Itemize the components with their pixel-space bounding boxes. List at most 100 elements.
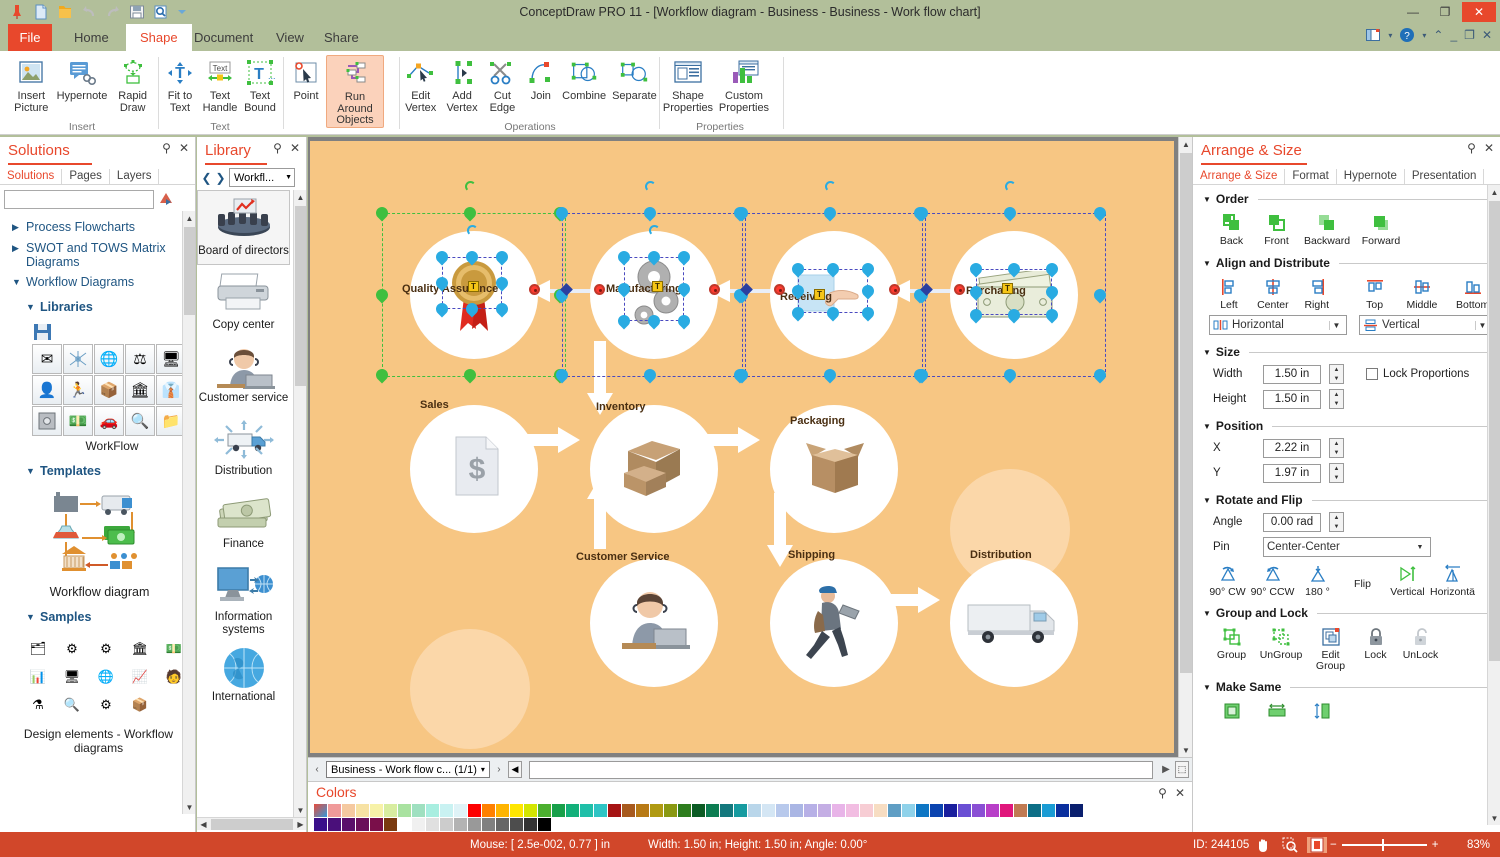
color-swatch-r1-16[interactable]	[552, 804, 565, 817]
chevron-down-icon-dh[interactable]: ▼	[1329, 320, 1343, 330]
width-field[interactable]: 1.50 in	[1263, 364, 1321, 384]
angle-field[interactable]: 0.00 rad	[1263, 512, 1321, 532]
separate-button[interactable]: Separate	[609, 55, 660, 103]
color-swatch-r2-5[interactable]	[384, 818, 397, 831]
color-swatch-r1-24[interactable]	[664, 804, 677, 817]
arrange-close-icon[interactable]: ✕	[1484, 141, 1494, 155]
courier-icon[interactable]: 🏃	[63, 375, 93, 405]
color-swatch-r1-11[interactable]	[482, 804, 495, 817]
tab-file[interactable]: File	[8, 24, 52, 51]
send-backward-button[interactable]: Backward	[1299, 212, 1355, 247]
color-swatch-r1-37[interactable]	[846, 804, 859, 817]
zoom-out-button[interactable]: −	[1330, 839, 1337, 851]
node-customer-service[interactable]: Customer Service	[576, 551, 718, 687]
hypernote-button[interactable]: Hypernote	[57, 55, 107, 103]
distribute-horizontal-combo[interactable]: Horizontal ▼	[1209, 315, 1347, 335]
color-swatch-r1-26[interactable]	[692, 804, 705, 817]
ribbon-restore-icon[interactable]: ❐	[1462, 28, 1477, 42]
x-field[interactable]: 2.22 in	[1263, 438, 1321, 458]
next-arrow-icon[interactable]: ❯	[215, 171, 226, 185]
node-shipping[interactable]: Shipping	[770, 549, 898, 687]
ribbon-minimize-icon[interactable]: _	[1448, 28, 1459, 42]
tab-hypernote[interactable]: Hypernote	[1337, 169, 1405, 184]
tab-layers[interactable]: Layers	[110, 169, 160, 184]
sidebar-item-workflow-diagrams[interactable]: ▼ Workflow Diagrams	[4, 272, 195, 293]
sample-thumb-9[interactable]: 📈	[124, 664, 156, 690]
color-swatch-r1-51[interactable]	[1042, 804, 1055, 817]
color-swatch-r1-53[interactable]	[1070, 804, 1083, 817]
color-swatch-r1-18[interactable]	[580, 804, 593, 817]
rotate-cw-button[interactable]: 90° CW	[1205, 563, 1250, 598]
height-stepper[interactable]: ▲ ▼	[1329, 389, 1344, 409]
scroll-right-icon[interactable]: ▶	[1160, 764, 1172, 775]
group-button[interactable]: Group	[1209, 626, 1254, 672]
color-swatch-r1-6[interactable]	[412, 804, 425, 817]
library-item-information-systems[interactable]: Information systems	[197, 557, 290, 643]
color-swatch-r1-25[interactable]	[678, 804, 691, 817]
color-swatch-r1-35[interactable]	[818, 804, 831, 817]
sidebar-item-process-flowcharts[interactable]: ▶ Process Flowcharts	[4, 217, 195, 238]
library-selector[interactable]: Workfl... ▼	[229, 168, 295, 187]
height-field[interactable]: 1.50 in	[1263, 389, 1321, 409]
color-swatch-r1-31[interactable]	[762, 804, 775, 817]
ribbon-close-icon[interactable]: ✕	[1480, 28, 1494, 42]
same-size-button[interactable]	[1209, 700, 1254, 724]
color-swatch-r1-4[interactable]	[384, 804, 397, 817]
connection-point-5[interactable]	[889, 284, 900, 295]
lock-proportions-checkbox[interactable]	[1366, 368, 1378, 380]
library-horizontal-scrollbar[interactable]: ◀ ▶	[197, 817, 306, 830]
chevron-down-icon-4[interactable]: ▼	[26, 610, 35, 625]
color-swatch-r2-8[interactable]	[426, 818, 439, 831]
tab-share[interactable]: Share	[310, 24, 373, 51]
chevron-down-icon-pin[interactable]: ▼	[1413, 544, 1427, 551]
scroll-up-icon[interactable]: ▲	[183, 211, 195, 225]
chevron-right-icon-2[interactable]: ▶	[12, 241, 21, 256]
tab-solutions[interactable]: Solutions	[0, 169, 63, 184]
color-swatch-r1-9[interactable]	[454, 804, 467, 817]
color-swatch-r2-15[interactable]	[524, 818, 537, 831]
rotate-180-button[interactable]: 180 °	[1295, 563, 1340, 598]
color-swatch-r1-0[interactable]	[328, 804, 341, 817]
lib-scroll-thumb[interactable]	[295, 206, 306, 386]
sample-thumb-13[interactable]: ⚙	[90, 692, 122, 718]
color-swatch-r1-47[interactable]	[986, 804, 999, 817]
y-down-icon[interactable]: ▼	[1330, 473, 1343, 482]
edit-group-button[interactable]: Edit Group	[1308, 626, 1353, 672]
cut-edge-button[interactable]: Cut Edge	[483, 55, 522, 114]
edit-vertex-button[interactable]: Edit Vertex	[400, 55, 441, 114]
connection-point-3[interactable]	[709, 284, 720, 295]
tab-document[interactable]: Document	[180, 24, 267, 51]
tab-pages[interactable]: Pages	[62, 169, 110, 184]
node-sales[interactable]: $ Sales	[410, 399, 538, 533]
scales-icon[interactable]: ⚖	[125, 344, 155, 374]
color-swatch-r2-9[interactable]	[440, 818, 453, 831]
page-tab-menu-icon[interactable]: ▾	[481, 765, 485, 774]
color-swatch-r1-42[interactable]	[916, 804, 929, 817]
x-stepper[interactable]: ▲ ▼	[1329, 438, 1344, 458]
color-swatch-r2-14[interactable]	[510, 818, 523, 831]
collapse-ribbon-icon[interactable]: ⌃	[1431, 28, 1445, 42]
arrange-scroll-up-icon[interactable]: ▲	[1488, 185, 1500, 199]
magnifier-icon[interactable]: 🔍	[125, 406, 155, 436]
color-swatch-r2-4[interactable]	[370, 818, 383, 831]
node-manufacturing[interactable]: Manufacturing T	[553, 181, 749, 384]
new-page-icon[interactable]: ◀	[507, 761, 522, 778]
lib-scroll-up-icon[interactable]: ▲	[294, 190, 306, 204]
shape-properties-button[interactable]: Shape Properties	[660, 55, 716, 114]
ungroup-button[interactable]: UnGroup	[1254, 626, 1308, 672]
color-swatch-r1-1[interactable]	[342, 804, 355, 817]
add-vertex-button[interactable]: Add Vertex	[441, 55, 482, 114]
fit-page-icon[interactable]: ⬚	[1175, 761, 1189, 778]
color-swatch-r1-44[interactable]	[944, 804, 957, 817]
sidebar-item-samples[interactable]: ▼ Samples	[4, 607, 195, 628]
prev-arrow-icon[interactable]: ❮	[201, 171, 212, 185]
zoom-tool-icon[interactable]	[1280, 837, 1300, 853]
section-size-header[interactable]: ▼ Size	[1195, 343, 1498, 359]
inner-rotate-handle-qa[interactable]	[467, 225, 478, 236]
safe-icon[interactable]	[32, 406, 62, 436]
library-pin-icon[interactable]: ⚲	[273, 141, 282, 155]
search-icon[interactable]	[156, 189, 176, 209]
help-dropdown-icon[interactable]: ▾	[1420, 31, 1428, 40]
section-group-header[interactable]: ▼ Group and Lock	[1195, 604, 1498, 620]
chevron-down-icon-align[interactable]: ▼	[1203, 259, 1211, 268]
